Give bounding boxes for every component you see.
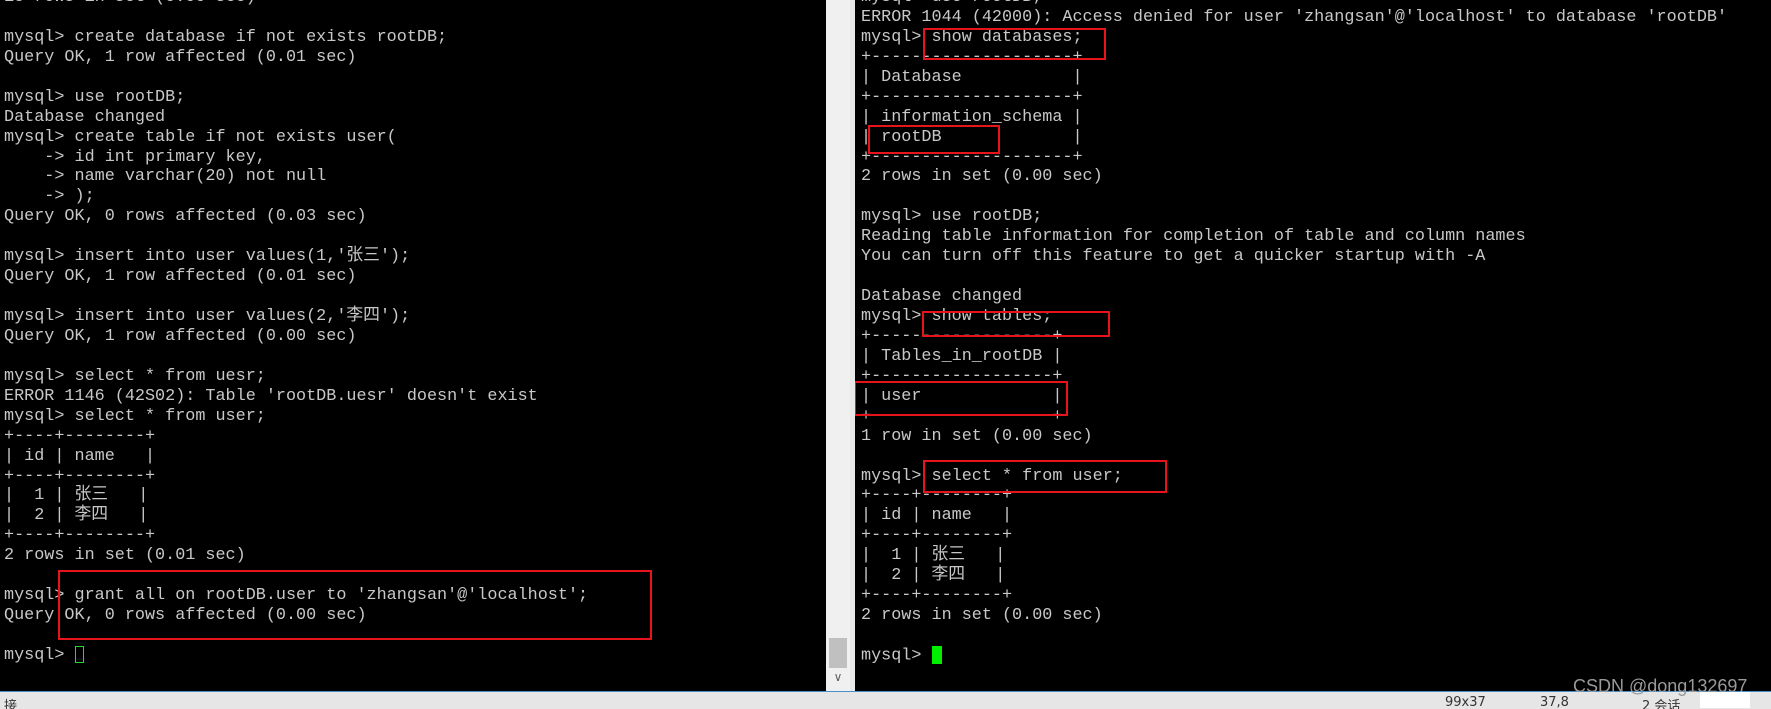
terminal-line: Database changed — [861, 287, 1023, 307]
status-bar: 接 99x37 37,8 2 会话 — [0, 691, 1771, 709]
terminal-prompt-line[interactable]: mysql> — [4, 646, 588, 666]
terminal-line: Database changed — [4, 107, 166, 127]
terminal-line: Query OK, 1 row affected (0.01 sec) — [4, 47, 357, 67]
terminal-line: mysql> insert into user values(1,'张三'); — [4, 247, 411, 267]
highlight-rootdb-row — [868, 125, 1000, 154]
terminal-line: | 1 | 张三 | — [4, 486, 149, 506]
terminal-line: Query OK, 1 row affected (0.00 sec) — [4, 326, 357, 346]
terminal-line: mysql> select * from uesr; — [4, 366, 266, 386]
terminal-line: | 2 | 李四 | — [861, 566, 1006, 586]
highlight-select-user — [923, 460, 1167, 493]
watermark: CSDN @dong132697 — [1573, 676, 1748, 696]
terminal-size: 99x37 — [1445, 695, 1486, 709]
terminal-line: +----+--------+ — [861, 526, 1013, 546]
terminal-line: +----+--------+ — [4, 526, 156, 546]
left-terminal-scrollbar[interactable]: ∨ — [826, 0, 850, 691]
terminal-line: +----+--------+ — [861, 586, 1013, 606]
highlight-show-tables — [922, 311, 1110, 337]
terminal-line: | Tables_in_rootDB | — [861, 346, 1063, 366]
terminal-line: mysql> create table if not exists user( — [4, 127, 397, 147]
terminal-line: -> ); — [4, 187, 95, 207]
terminal-line: | id | name | — [861, 506, 1013, 526]
terminal-line: | id | name | — [4, 446, 156, 466]
terminal-line: +----+--------+ — [4, 426, 156, 446]
terminal-line: 15 rows in set (0.00 sec) — [4, 0, 588, 8]
highlight-grant-command — [58, 570, 652, 640]
scroll-down-icon[interactable]: ∨ — [826, 670, 850, 688]
terminal-line: | 2 | 李四 | — [4, 506, 149, 526]
highlight-user-row — [855, 381, 1068, 416]
right-terminal-pane[interactable]: mysql> use rootDB;ERROR 1044 (42000): Ac… — [855, 0, 1771, 691]
terminal-line: 1 row in set (0.00 sec) — [861, 426, 1093, 446]
terminal-line: Reading table information for completion… — [861, 227, 1526, 247]
terminal-line: ERROR 1146 (42S02): Table 'rootDB.uesr' … — [4, 386, 538, 406]
terminal-line: mysql> insert into user values(2,'李四'); — [4, 307, 411, 326]
terminal-output: 15 rows in set (0.00 sec) mysql> create d… — [4, 0, 588, 666]
terminal-line: 2 rows in set (0.00 sec) — [861, 606, 1103, 626]
terminal-line: 2 rows in set (0.00 sec) — [861, 167, 1103, 187]
left-terminal-pane[interactable]: 15 rows in set (0.00 sec) mysql> create d… — [0, 0, 826, 691]
terminal-line: Query OK, 0 rows affected (0.03 sec) — [4, 207, 367, 227]
status-left-text: 接 — [4, 699, 18, 709]
terminal-line: ERROR 1044 (42000): Access denied for us… — [861, 7, 1728, 27]
session-count: 2 会话 — [1642, 699, 1681, 709]
terminal-line: You can turn off this feature to get a q… — [861, 247, 1486, 267]
prompt: mysql> — [4, 645, 75, 665]
terminal-line: mysql> select * from user; — [4, 406, 266, 426]
cursor — [931, 645, 942, 664]
cursor-position: 37,8 — [1540, 695, 1569, 709]
terminal-line: | Database | — [861, 67, 1083, 87]
terminal-line: mysql> use rootDB; — [4, 87, 186, 107]
highlight-show-databases — [923, 28, 1106, 60]
terminal-line: Query OK, 1 row affected (0.01 sec) — [4, 267, 357, 287]
cursor — [74, 646, 84, 663]
terminal-line: -> id int primary key, — [4, 147, 266, 167]
terminal-line: 2 rows in set (0.01 sec) — [4, 546, 246, 566]
terminal-line: | 1 | 张三 | — [861, 546, 1006, 566]
prompt: mysql> — [861, 646, 932, 666]
terminal-line: mysql> create database if not exists roo… — [4, 27, 448, 47]
scrollbar-thumb[interactable] — [829, 638, 847, 668]
terminal-prompt-line[interactable]: mysql> — [861, 645, 1727, 666]
terminal-line: mysql> use rootDB; — [861, 0, 1727, 8]
terminal-line: mysql> use rootDB; — [861, 207, 1043, 227]
terminal-line: +----+--------+ — [4, 466, 156, 486]
terminal-line: +--------------------+ — [861, 87, 1083, 107]
terminal-line: -> name varchar(20) not null — [4, 167, 327, 187]
